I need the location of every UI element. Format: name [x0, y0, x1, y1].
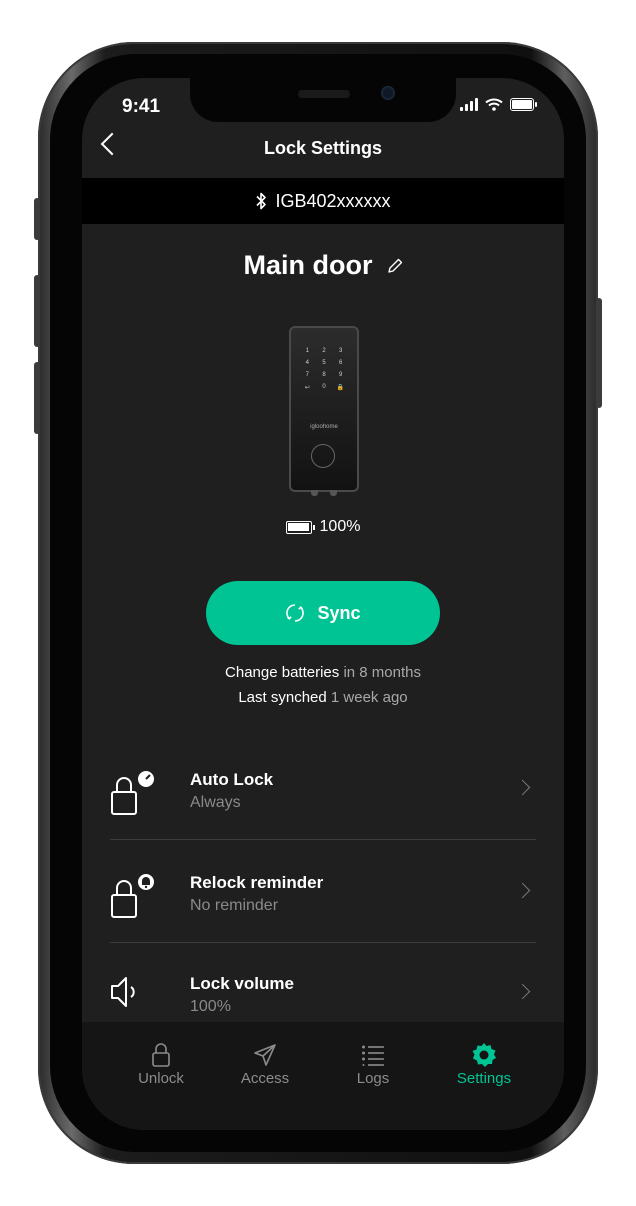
front-camera	[381, 86, 395, 100]
battery-change-label: Change batteries	[225, 664, 340, 681]
send-icon	[254, 1044, 276, 1066]
app-screen: 9:41 Lock Settings IGB402xxxxxx Main doo…	[82, 78, 564, 1130]
nav-bar: Lock Settings	[82, 130, 564, 170]
sync-label: Sync	[317, 602, 361, 623]
last-sync-value: 1 week ago	[330, 689, 408, 706]
keypad-key: 7	[305, 372, 309, 378]
setting-value: No reminder	[190, 897, 279, 914]
keypad-key: 2	[322, 348, 326, 354]
device-bar: IGB402xxxxxx	[82, 178, 564, 224]
setting-title: Auto Lock	[190, 770, 274, 789]
tab-bar: Unlock Access Logs Settings	[82, 1022, 564, 1130]
lock-title-row: Main door	[82, 250, 564, 281]
last-sync-info: Last synched 1 week ago	[82, 689, 564, 706]
keypad-key: ↩	[304, 385, 310, 391]
lock-battery: 100%	[82, 518, 564, 536]
setting-value: Always	[190, 794, 241, 811]
status-icons	[460, 98, 537, 111]
battery-change-value: in 8 months	[343, 664, 421, 681]
divider	[110, 942, 536, 943]
keypad-key: 6	[338, 360, 343, 366]
lock-feet	[311, 490, 337, 496]
power-button	[596, 298, 602, 408]
keypad-key: 0	[322, 384, 326, 390]
last-sync-label: Last synched	[238, 689, 327, 706]
volume-down-button	[34, 362, 40, 434]
list-icon	[362, 1045, 384, 1066]
pencil-edit-icon[interactable]	[387, 258, 403, 274]
chevron-right-icon	[514, 779, 531, 796]
sync-button[interactable]: Sync	[206, 581, 440, 645]
volume-up-button	[34, 275, 40, 347]
tab-unlock[interactable]: Unlock	[116, 1040, 206, 1087]
unlock-icon	[152, 1043, 170, 1067]
silent-switch	[34, 198, 40, 240]
status-battery-icon	[510, 98, 537, 111]
tab-label: Logs	[356, 1070, 390, 1087]
setting-title: Relock reminder	[190, 873, 324, 892]
device-id: IGB402xxxxxx	[275, 190, 391, 211]
page-title: Lock Settings	[263, 138, 383, 158]
speaker-icon	[111, 977, 135, 1007]
divider	[110, 839, 536, 840]
battery-level: 100%	[319, 518, 361, 535]
lock-clock-icon	[111, 771, 154, 815]
keypad-key: 5	[322, 360, 326, 366]
tab-label: Access	[240, 1070, 290, 1087]
keypad-key: 8	[322, 372, 326, 378]
setting-row-auto-lock[interactable]: Auto Lock Always	[110, 770, 536, 872]
battery-change-info: Change batteries in 8 months	[82, 664, 564, 681]
notch	[190, 78, 456, 122]
chevron-right-icon	[514, 983, 531, 1000]
lock-brand-label: igloohome	[310, 424, 338, 430]
setting-value: 100%	[190, 998, 231, 1015]
status-time: 9:41	[122, 96, 161, 117]
setting-row-relock-reminder[interactable]: Relock reminder No reminder	[110, 873, 536, 975]
wifi-icon	[485, 98, 503, 111]
speaker	[298, 90, 350, 98]
chevron-right-icon	[514, 882, 531, 899]
lock-name: Main door	[243, 250, 373, 280]
keypad-key: 4	[305, 360, 309, 366]
keypad-key: 3	[338, 348, 343, 354]
fingerprint-sensor-icon	[311, 444, 335, 468]
keypad-key: 9	[338, 372, 343, 378]
tab-logs[interactable]: Logs	[328, 1040, 418, 1087]
bluetooth-icon	[256, 192, 267, 210]
keypad: 1 2 3 4 5 6 7 8 9 ↩ 0 🔒	[299, 348, 349, 391]
lock-bell-icon	[111, 874, 154, 918]
sync-icon	[286, 604, 305, 622]
tab-access[interactable]: Access	[220, 1040, 310, 1087]
battery-icon	[285, 520, 315, 534]
lock-device-image: 1 2 3 4 5 6 7 8 9 ↩ 0 🔒 igloohome	[289, 326, 359, 496]
tab-label: Unlock	[138, 1070, 184, 1087]
gear-icon	[472, 1043, 496, 1067]
setting-title: Lock volume	[190, 974, 294, 993]
keypad-key: 1	[305, 348, 309, 354]
keypad-key: 🔒	[336, 385, 345, 391]
signal-icon	[460, 98, 478, 111]
tab-settings[interactable]: Settings	[439, 1040, 529, 1087]
tab-label: Settings	[456, 1070, 512, 1087]
